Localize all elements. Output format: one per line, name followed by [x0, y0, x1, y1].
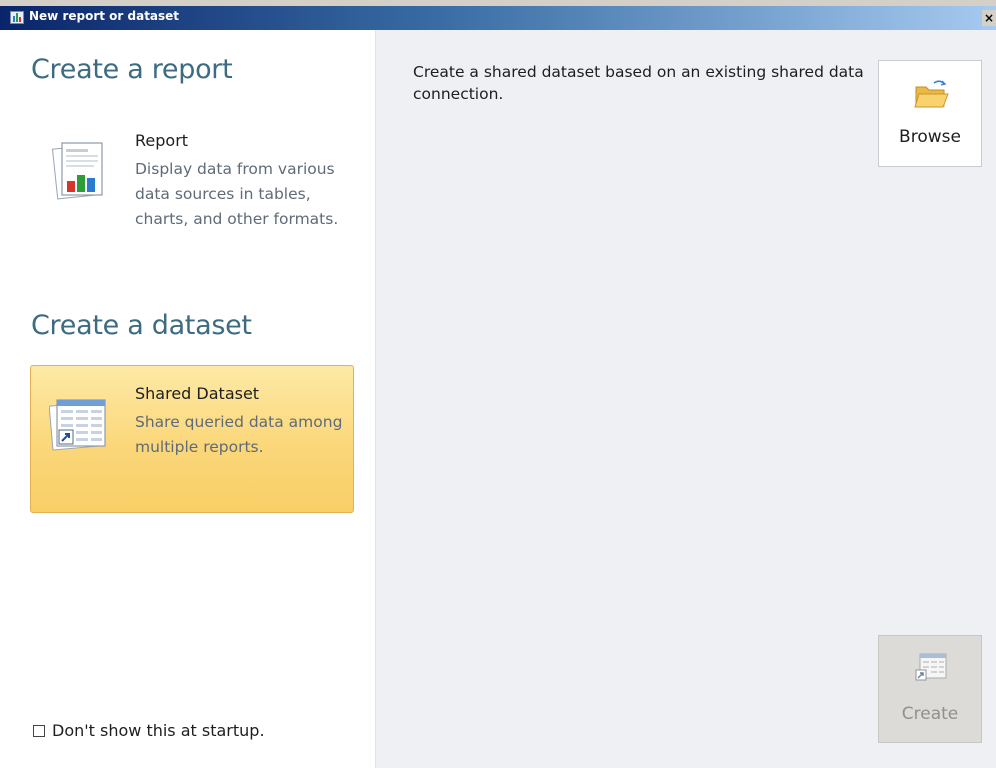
close-icon[interactable]: ×	[982, 10, 996, 26]
window-title-bar[interactable]: New report or dataset ×	[0, 0, 996, 30]
shared-dataset-option-description: Share queried data among multiple report…	[135, 413, 343, 456]
left-pane: Create a report Report Display data from…	[0, 30, 376, 768]
report-option-title: Report	[135, 131, 189, 150]
create-button-label: Create	[901, 704, 959, 724]
option-description: Create a shared dataset based on an exis…	[413, 63, 864, 103]
report-icon	[51, 142, 103, 200]
shared-dataset-icon	[49, 399, 106, 451]
checkbox-box[interactable]	[33, 724, 45, 737]
browse-button[interactable]: Browse	[878, 60, 982, 167]
create-report-heading: Create a report	[31, 54, 233, 85]
folder-open-icon	[914, 80, 949, 108]
window-title: New report or dataset	[29, 9, 180, 23]
report-option-description: Display data from various data sources i…	[135, 160, 339, 228]
shared-dataset-option-title: Shared Dataset	[135, 384, 260, 403]
create-button[interactable]: Create	[878, 635, 982, 743]
create-dataset-heading: Create a dataset	[31, 310, 252, 341]
dont-show-at-startup-checkbox[interactable]: Don't show this at startup.	[33, 721, 265, 740]
dont-show-at-startup-label: Don't show this at startup.	[52, 721, 265, 740]
shared-dataset-option[interactable]: Shared Dataset Share queried data among …	[30, 365, 354, 513]
right-pane: Create a shared dataset based on an exis…	[376, 30, 996, 768]
create-dataset-icon	[915, 653, 947, 681]
report-option[interactable]: Report Display data from various data so…	[30, 112, 354, 260]
browse-button-label: Browse	[899, 127, 961, 147]
report-app-icon	[10, 11, 24, 24]
